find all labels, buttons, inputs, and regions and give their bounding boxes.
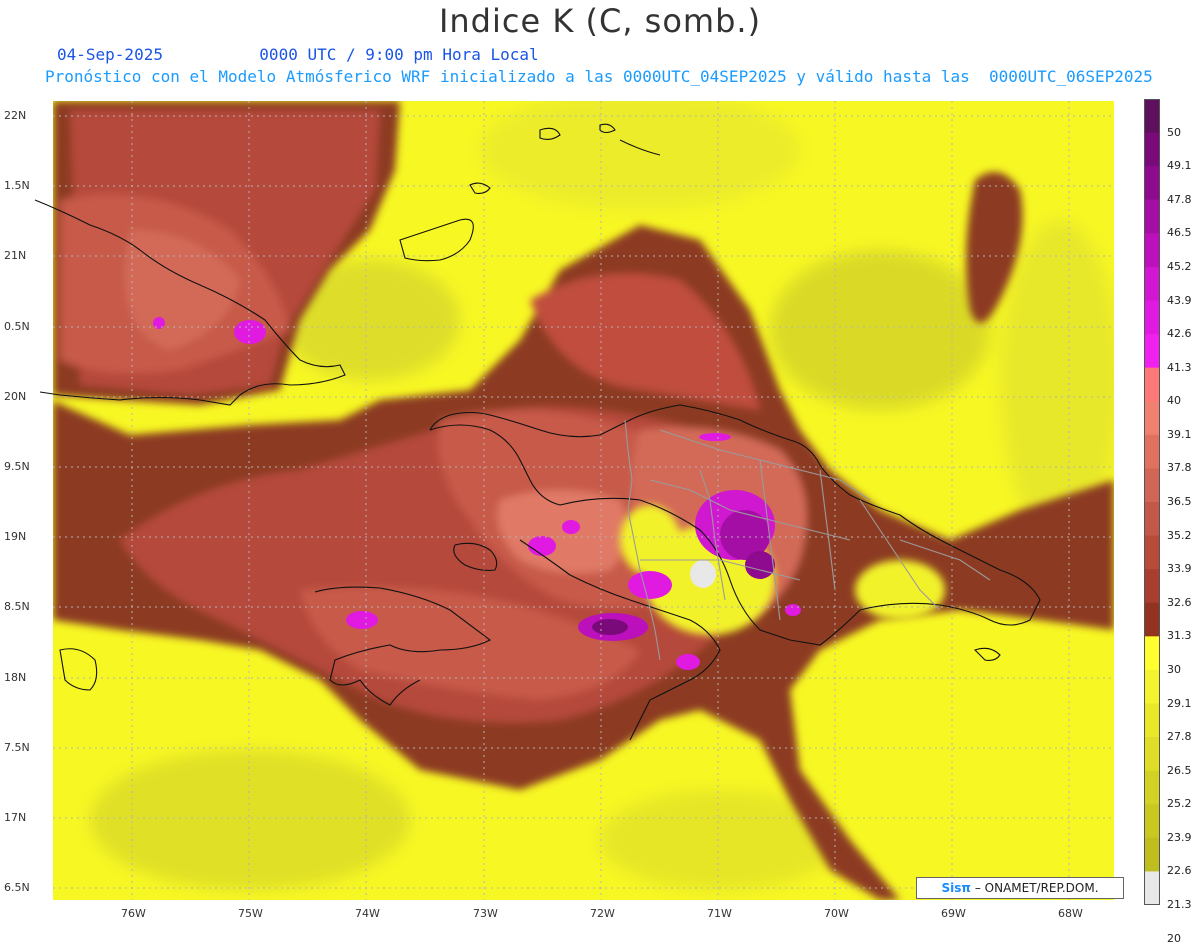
legend-swatch	[1144, 166, 1160, 201]
legend-value: 25.2	[1167, 797, 1192, 811]
legend-value: 26.5	[1167, 763, 1192, 777]
legend-value: 20	[1167, 931, 1181, 945]
legend-swatch	[1144, 770, 1160, 805]
legend-swatch	[1144, 636, 1160, 671]
legend-swatch	[1144, 367, 1160, 402]
lat-tick: 19N	[4, 530, 27, 543]
legend-value: 40	[1167, 394, 1181, 408]
lat-tick: 7.5N	[4, 741, 30, 754]
legend-swatch	[1144, 233, 1160, 268]
lon-tick: 71W	[707, 907, 732, 920]
lon-tick: 68W	[1058, 907, 1083, 920]
k-index-map	[34, 101, 1114, 900]
lon-tick: 73W	[473, 907, 498, 920]
legend-value: 45.2	[1167, 259, 1192, 273]
lat-tick: 21N	[4, 249, 27, 262]
legend-swatch	[1144, 334, 1160, 369]
legend-swatch	[1144, 132, 1160, 167]
legend-value: 35.2	[1167, 528, 1192, 542]
color-scale-legend	[1144, 99, 1160, 905]
shaded-field	[53, 101, 1114, 900]
legend-value: 21.3	[1167, 898, 1192, 911]
legend-swatch	[1144, 502, 1160, 537]
lat-tick: 17N	[4, 811, 27, 824]
lon-tick: 70W	[824, 907, 849, 920]
legend-value: 46.5	[1167, 226, 1192, 240]
lon-tick: 72W	[590, 907, 615, 920]
legend-value: 22.6	[1167, 864, 1192, 878]
sispi-logo: Sisπ	[941, 881, 971, 895]
legend-value: 27.8	[1167, 730, 1192, 744]
legend-swatch	[1144, 669, 1160, 704]
legend-value: 49.1	[1167, 159, 1192, 173]
legend-value: 30	[1167, 662, 1181, 676]
legend-value: 33.9	[1167, 562, 1192, 576]
legend-swatch	[1144, 737, 1160, 772]
legend-value: 37.8	[1167, 461, 1192, 475]
legend-swatch	[1144, 434, 1160, 469]
legend-swatch	[1144, 401, 1160, 436]
lat-tick: 6.5N	[4, 881, 30, 894]
lat-tick: 22N	[4, 109, 27, 122]
legend-value: 42.6	[1167, 327, 1192, 341]
legend-value: 36.5	[1167, 495, 1192, 508]
credit-badge: Sisπ – ONAMET/REP.DOM.	[916, 877, 1124, 899]
legend-value: 41.3	[1167, 360, 1192, 374]
legend-swatch	[1144, 535, 1160, 570]
credit-text: – ONAMET/REP.DOM.	[974, 881, 1099, 895]
legend-swatch	[1144, 837, 1160, 872]
legend-value: 31.3	[1167, 629, 1192, 643]
legend-value: 43.9	[1167, 293, 1192, 307]
legend-swatch	[1144, 602, 1160, 637]
legend-value: 50	[1167, 125, 1181, 139]
lat-tick: 8.5N	[4, 600, 30, 613]
lat-tick: 20N	[4, 390, 27, 403]
legend-value: 32.6	[1167, 595, 1192, 609]
legend-swatch	[1144, 300, 1160, 335]
legend-swatch	[1144, 99, 1160, 134]
lon-tick: 75W	[238, 907, 263, 920]
legend-value: 39.1	[1167, 427, 1192, 441]
legend-value: 47.8	[1167, 192, 1192, 206]
lon-tick: 69W	[941, 907, 966, 920]
lon-tick: 74W	[355, 907, 380, 920]
legend-swatch	[1144, 266, 1160, 301]
legend-swatch	[1144, 871, 1160, 905]
legend-swatch	[1144, 804, 1160, 839]
lat-tick: 9.5N	[4, 460, 30, 473]
legend-swatch	[1144, 569, 1160, 604]
lat-tick: 18N	[4, 671, 27, 684]
legend-swatch	[1144, 468, 1160, 503]
legend-swatch	[1144, 703, 1160, 738]
lat-tick: 0.5N	[4, 320, 30, 333]
lon-tick: 76W	[121, 907, 146, 920]
legend-value: 23.9	[1167, 830, 1192, 844]
legend-swatch	[1144, 199, 1160, 234]
lat-tick: 1.5N	[4, 179, 30, 192]
legend-value: 29.1	[1167, 696, 1192, 710]
